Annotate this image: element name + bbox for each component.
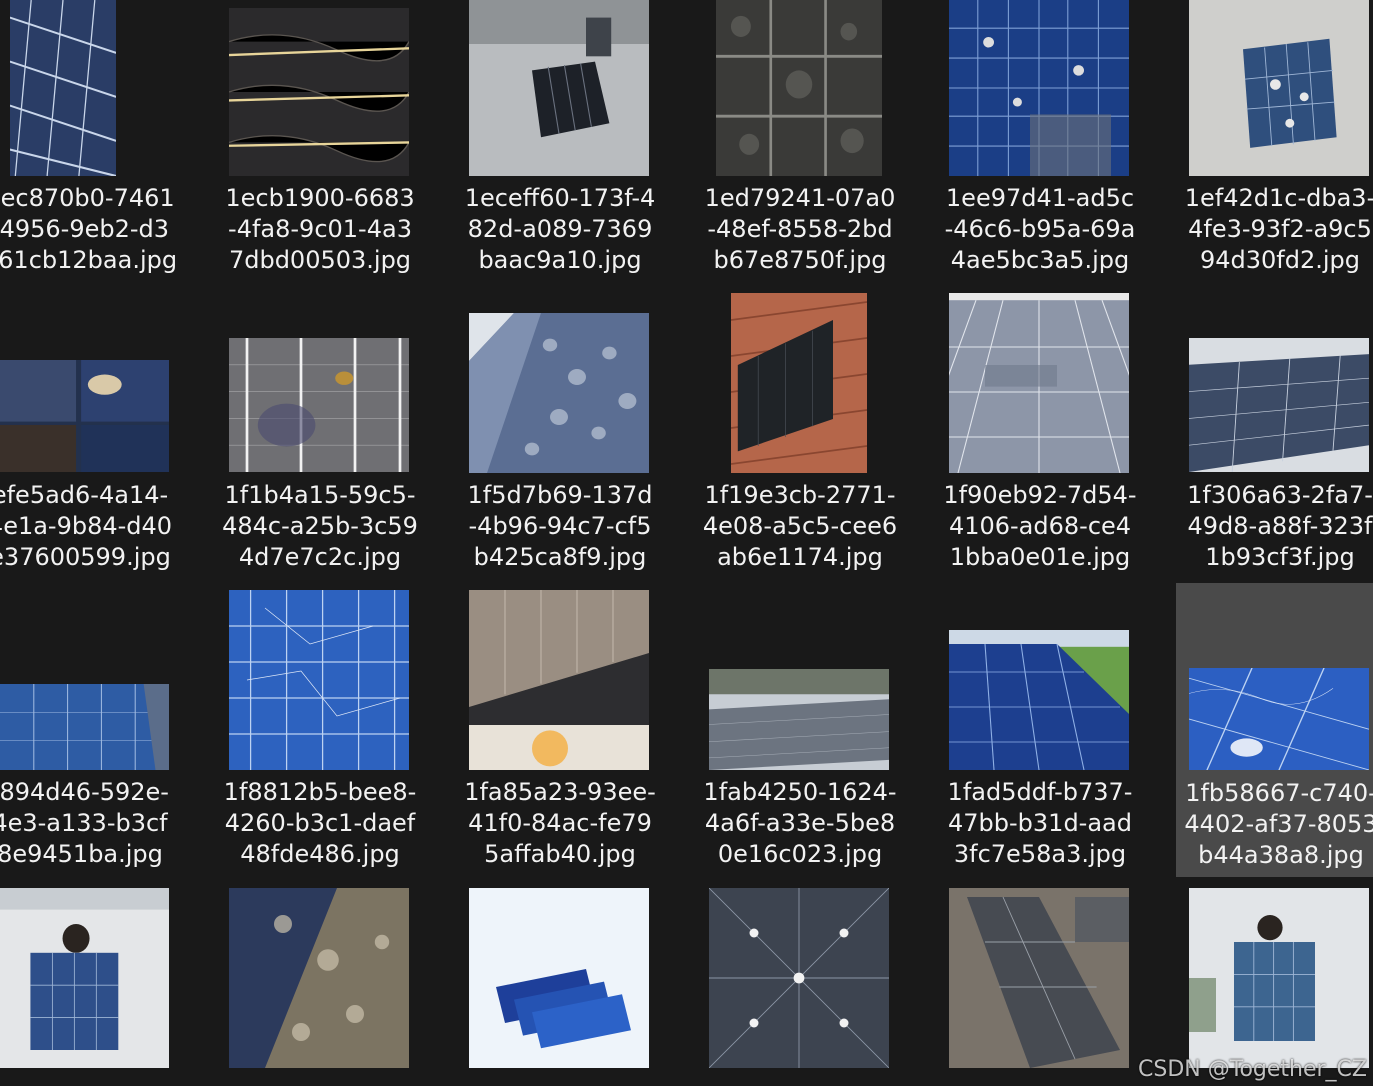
file-name: 1fab4250-1624- 4a6f-a33e-5be8 0e16c023.j… [703,778,897,868]
file-tile[interactable]: 1eceff60-173f-4 82d-a089-7369 baac9a10.j… [440,0,680,297]
file-name: 1f19e3cb-2771- 4e08-a5c5-cee6 ab6e1174.j… [702,481,898,571]
thumbnail [1189,0,1369,176]
file-tile[interactable] [680,880,920,1086]
thumbnail [229,338,409,472]
thumbnail [0,888,169,1068]
file-name: 1f8812b5-bee8- 4260-b3c1-daef 48fde486.j… [223,778,417,868]
file-tile[interactable]: 1f306a63-2fa7- 49d8-a88f-323f 1b93cf3f.j… [1160,297,1373,594]
thumbnail [709,888,889,1068]
thumbnail [716,0,882,176]
file-name: 1f90eb92-7d54- 4106-ad68-ce4 1bba0e01e.j… [943,481,1137,571]
file-tile[interactable]: 1fad5ddf-b737- 47bb-b31d-aad 3fc7e58a3.j… [920,594,1160,891]
file-tile[interactable]: 1f90eb92-7d54- 4106-ad68-ce4 1bba0e01e.j… [920,293,1160,594]
thumbnail [1189,888,1369,1068]
file-tile[interactable]: 1ed79241-07a0 -48ef-8558-2bd b67e8750f.j… [680,0,920,297]
file-tile[interactable]: 1ecb1900-6683 -4fa8-9c01-4a3 7dbd00503.j… [200,0,440,297]
file-tile[interactable] [1160,880,1373,1086]
file-grid: 1ec870b0-7461 -4956-9eb2-d3 361cb12baa.j… [0,0,1373,1086]
thumbnail [229,590,409,770]
file-name: 1ed79241-07a0 -48ef-8558-2bd b67e8750f.j… [704,184,896,274]
file-name: 1ee97d41-ad5c -46c6-b95a-69a 4ae5bc3a5.j… [944,184,1136,274]
file-name: 1eceff60-173f-4 82d-a089-7369 baac9a10.j… [464,184,656,274]
file-name: 1f5d7b69-137d -4b96-94c7-cf5 b425ca8f9.j… [467,481,653,571]
thumbnail [949,888,1129,1068]
thumbnail [469,313,649,473]
file-tile[interactable]: 1f5d7b69-137d -4b96-94c7-cf5 b425ca8f9.j… [440,297,680,594]
file-tile[interactable]: 1ee97d41-ad5c -46c6-b95a-69a 4ae5bc3a5.j… [920,0,1160,297]
thumbnail [949,293,1129,473]
file-tile[interactable]: 1ec870b0-7461 -4956-9eb2-d3 361cb12baa.j… [0,0,200,297]
thumbnail [0,360,169,472]
file-tile[interactable]: 1f1b4a15-59c5- 484c-a25b-3c59 4d7e7c2c.j… [200,297,440,594]
file-name: 1fad5ddf-b737- 47bb-b31d-aad 3fc7e58a3.j… [947,778,1133,868]
file-tile[interactable]: 1fa85a23-93ee- 41f0-84ac-fe79 5affab40.j… [440,590,680,891]
file-name: 1fa85a23-93ee- 41f0-84ac-fe79 5affab40.j… [464,778,656,868]
file-name: f894d46-592e- 4e3-a133-b3cf 8e9451ba.jpg [0,778,169,868]
file-tile[interactable] [0,880,200,1086]
watermark: CSDN @Together_CZ [1138,1057,1367,1082]
file-name: efe5ad6-4a14- 4e1a-9b84-d40 e37600599.jp… [0,481,173,571]
thumbnail [229,888,409,1068]
file-name: 1ec870b0-7461 -4956-9eb2-d3 361cb12baa.j… [0,184,178,274]
file-tile[interactable] [920,880,1160,1086]
file-tile[interactable]: 1fab4250-1624- 4a6f-a33e-5be8 0e16c023.j… [680,594,920,891]
thumbnail [469,590,649,770]
file-tile[interactable]: 1f19e3cb-2771- 4e08-a5c5-cee6 ab6e1174.j… [680,293,920,594]
file-tile[interactable]: efe5ad6-4a14- 4e1a-9b84-d40 e37600599.jp… [0,297,200,594]
file-tile[interactable]: 1f8812b5-bee8- 4260-b3c1-daef 48fde486.j… [200,590,440,891]
thumbnail [229,8,409,176]
file-name: 1fb58667-c740- 4402-af37-8053 b44a38a8.j… [1184,779,1373,869]
file-tile[interactable]: 1ef42d1c-dba3- 4fe3-93f2-a9c5 94d30fd2.j… [1160,0,1373,297]
thumbnail [1189,668,1369,770]
thumbnail [949,630,1129,770]
file-name: 1ef42d1c-dba3- 4fe3-93f2-a9c5 94d30fd2.j… [1184,184,1373,274]
thumbnail [0,684,169,770]
thumbnail [469,888,649,1068]
thumbnail [731,293,867,473]
file-tile[interactable] [200,880,440,1086]
file-tile-selected[interactable]: 1fb58667-c740- 4402-af37-8053 b44a38a8.j… [1176,583,1373,877]
file-name: 1f1b4a15-59c5- 484c-a25b-3c59 4d7e7c2c.j… [222,481,418,571]
file-name: 1ecb1900-6683 -4fa8-9c01-4a3 7dbd00503.j… [225,184,415,274]
thumbnail [1189,338,1369,472]
thumbnail [709,669,889,770]
thumbnail [949,0,1129,176]
thumbnail [10,0,116,176]
thumbnail [469,0,649,176]
file-tile[interactable] [440,880,680,1086]
file-tile[interactable]: f894d46-592e- 4e3-a133-b3cf 8e9451ba.jpg [0,594,200,891]
file-name: 1f306a63-2fa7- 49d8-a88f-323f 1b93cf3f.j… [1187,481,1373,571]
